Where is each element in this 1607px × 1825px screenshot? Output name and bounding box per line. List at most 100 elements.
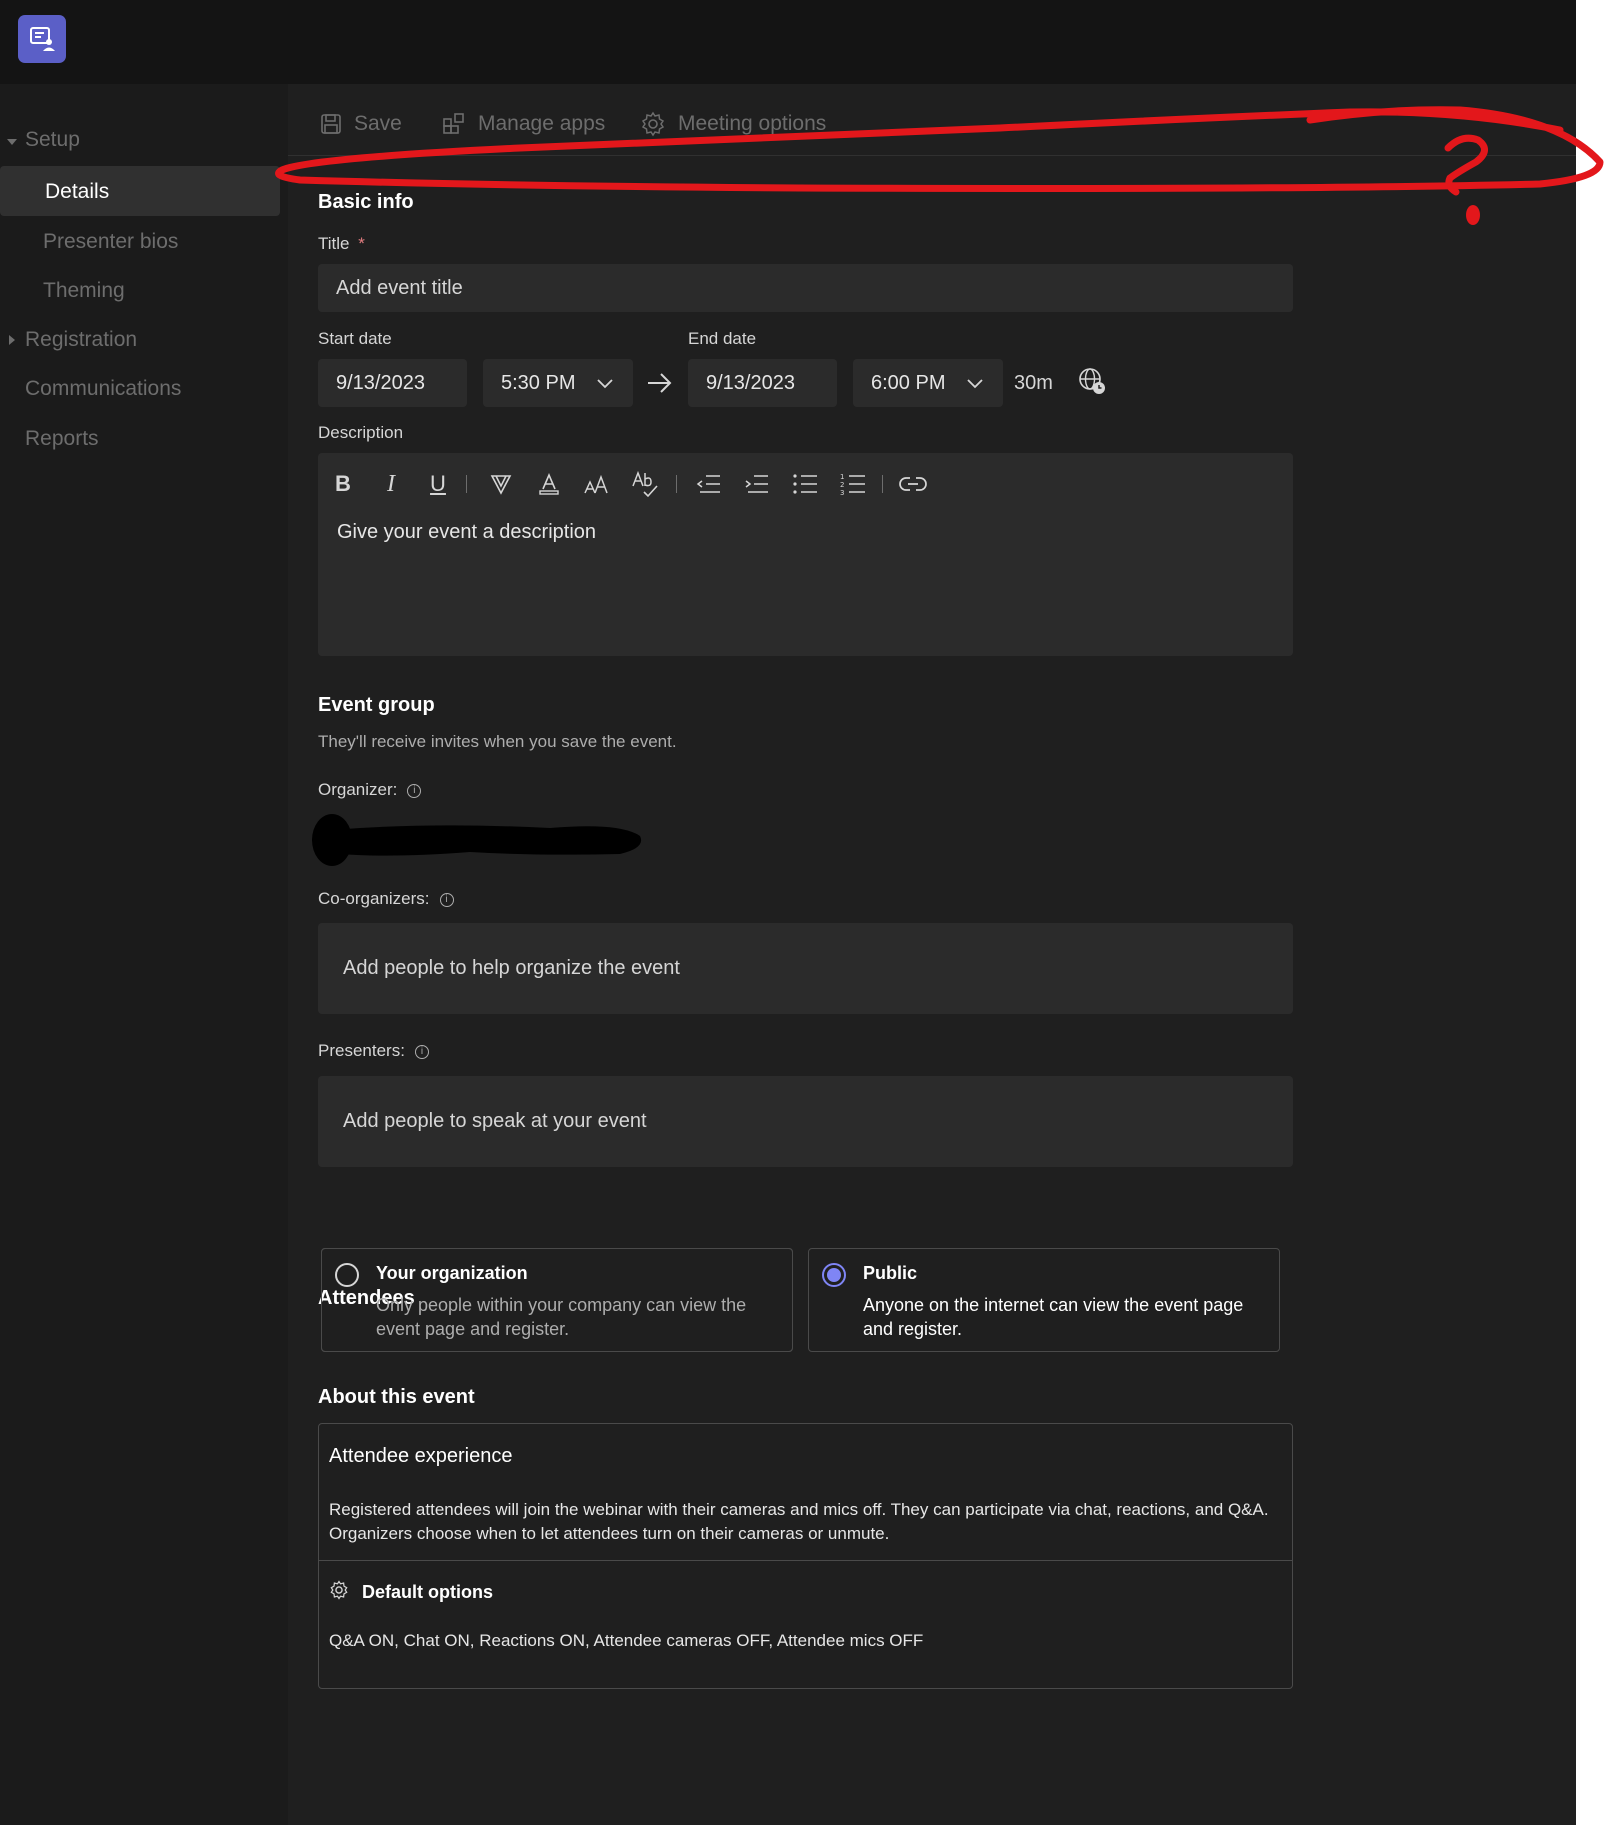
svg-text:1: 1 <box>840 473 844 481</box>
underline-icon[interactable]: U <box>423 469 453 499</box>
timezone-globe-icon[interactable] <box>1078 367 1106 395</box>
toolbar-divider <box>466 475 467 493</box>
end-date-picker[interactable]: 9/13/2023 <box>688 359 837 407</box>
presenters-input[interactable] <box>343 1110 1293 1133</box>
chevron-down-icon <box>967 379 983 389</box>
sidebar-item-theming[interactable]: Theming <box>43 279 125 303</box>
event-group-subtitle: They'll receive invites when you save th… <box>318 732 677 751</box>
about-event-card: Attendee experience Registered attendees… <box>318 1423 1293 1689</box>
divider <box>319 1560 1292 1561</box>
toolbar-divider <box>882 475 883 493</box>
start-date-picker[interactable]: 9/13/2023 <box>318 359 467 407</box>
co-organizers-input[interactable] <box>343 957 1293 980</box>
radio-button[interactable] <box>335 1263 359 1287</box>
font-size-icon[interactable] <box>582 469 612 499</box>
option-title: Public <box>863 1263 918 1283</box>
main-content: Save Manage apps Meeting options Basic i… <box>288 84 1576 1825</box>
default-options-text: Q&A ON, Chat ON, Reactions ON, Attendee … <box>329 1631 924 1650</box>
apps-icon <box>443 113 464 134</box>
radio-button-selected[interactable] <box>822 1263 846 1287</box>
save-icon <box>321 114 341 134</box>
caret-down-icon <box>7 139 17 145</box>
meeting-options-label: Meeting options <box>678 112 827 135</box>
attendees-option-organization-card[interactable]: Your organization Only people within you… <box>321 1248 793 1352</box>
link-icon[interactable] <box>898 469 928 499</box>
bullet-list-icon[interactable] <box>790 469 820 499</box>
info-icon[interactable]: i <box>407 783 422 798</box>
start-time-value: 5:30 PM <box>501 371 576 394</box>
info-icon[interactable]: i <box>439 892 454 907</box>
numbered-list-icon[interactable]: 123 <box>838 469 868 499</box>
event-title-field[interactable] <box>318 264 1293 312</box>
co-organizers-label: Co-organizers: i <box>318 889 454 909</box>
save-button[interactable]: Save <box>320 106 402 142</box>
toolbar: Save Manage apps Meeting options <box>288 84 1576 156</box>
end-date-value: 9/13/2023 <box>706 371 795 394</box>
sidebar-item-details[interactable] <box>0 166 280 216</box>
attendees-option-public-card[interactable]: Public Anyone on the internet can view t… <box>808 1248 1280 1352</box>
caret-right-icon <box>9 335 15 345</box>
top-bar <box>0 0 1576 84</box>
app-window: Setup Details Presenter bios Theming Reg… <box>0 0 1576 1825</box>
description-editor[interactable]: B I U 1 2 3 Give your event a descriptio… <box>318 453 1293 656</box>
increase-indent-icon[interactable] <box>742 469 772 499</box>
manage-apps-label: Manage apps <box>478 112 606 135</box>
start-date-value: 9/13/2023 <box>336 371 425 394</box>
spellcheck-icon[interactable] <box>630 469 660 499</box>
co-organizers-label-text: Co-organizers: <box>318 889 430 908</box>
toolbar-divider <box>676 475 677 493</box>
event-title-input[interactable] <box>336 276 1293 300</box>
sidebar-item-reports[interactable]: Reports <box>25 427 99 451</box>
about-heading: About this event <box>318 1386 475 1408</box>
sidebar-item-communications[interactable]: Communications <box>25 377 181 401</box>
teams-webinar-icon[interactable] <box>18 15 66 63</box>
save-label: Save <box>354 112 402 135</box>
duration-text: 30m <box>1014 372 1053 394</box>
gear-icon <box>330 1580 348 1600</box>
bold-icon[interactable]: B <box>328 469 358 499</box>
option-description: Anyone on the internet can view the even… <box>863 1295 1244 1339</box>
sidebar: Setup Details Presenter bios Theming Reg… <box>0 84 288 1825</box>
title-label: Title * <box>318 234 365 254</box>
event-group-heading: Event group <box>318 694 435 716</box>
chevron-down-icon <box>597 379 613 389</box>
required-mark: * <box>358 234 365 253</box>
organizer-label-text: Organizer: <box>318 780 398 799</box>
attendee-experience-text: Registered attendees will join the webin… <box>329 1500 1269 1543</box>
title-label-text: Title <box>318 234 350 253</box>
gear-icon <box>641 111 665 137</box>
decrease-indent-icon[interactable] <box>694 469 724 499</box>
attendee-experience-title: Attendee experience <box>329 1445 513 1467</box>
option-title: Your organization <box>376 1263 528 1283</box>
meeting-options-button[interactable]: Meeting options <box>640 106 826 142</box>
svg-text:3: 3 <box>840 489 844 496</box>
end-time-value: 6:00 PM <box>871 371 946 394</box>
svg-text:2: 2 <box>840 481 844 489</box>
sidebar-item-details-label[interactable]: Details <box>45 180 109 204</box>
presenters-label-text: Presenters: <box>318 1041 405 1060</box>
end-time-dropdown[interactable]: 6:00 PM <box>853 359 1003 407</box>
manage-apps-button[interactable]: Manage apps <box>442 106 605 142</box>
description-placeholder[interactable]: Give your event a description <box>337 521 596 544</box>
presenters-field[interactable] <box>318 1076 1293 1167</box>
redacted-organizer-name <box>312 814 642 866</box>
default-options-title: Default options <box>362 1582 493 1602</box>
sidebar-item-registration[interactable]: Registration <box>25 328 137 352</box>
sidebar-item-presenter-bios[interactable]: Presenter bios <box>43 230 178 254</box>
info-icon[interactable]: i <box>414 1044 429 1059</box>
basic-info-heading: Basic info <box>318 191 414 213</box>
option-description: Only people within your company can view… <box>376 1295 747 1339</box>
description-label: Description <box>318 423 404 442</box>
start-time-dropdown[interactable]: 5:30 PM <box>483 359 633 407</box>
arrow-right-icon <box>648 373 672 393</box>
sidebar-item-setup[interactable]: Setup <box>25 128 80 152</box>
organizer-label: Organizer: i <box>318 780 422 800</box>
co-organizers-field[interactable] <box>318 923 1293 1014</box>
radio-dot <box>827 1268 841 1282</box>
highlight-icon[interactable] <box>486 469 516 499</box>
end-date-label: End date <box>688 329 757 348</box>
font-color-icon[interactable] <box>534 469 564 499</box>
start-date-label: Start date <box>318 329 392 348</box>
presenters-label: Presenters: i <box>318 1041 429 1061</box>
italic-icon[interactable]: I <box>376 469 406 499</box>
